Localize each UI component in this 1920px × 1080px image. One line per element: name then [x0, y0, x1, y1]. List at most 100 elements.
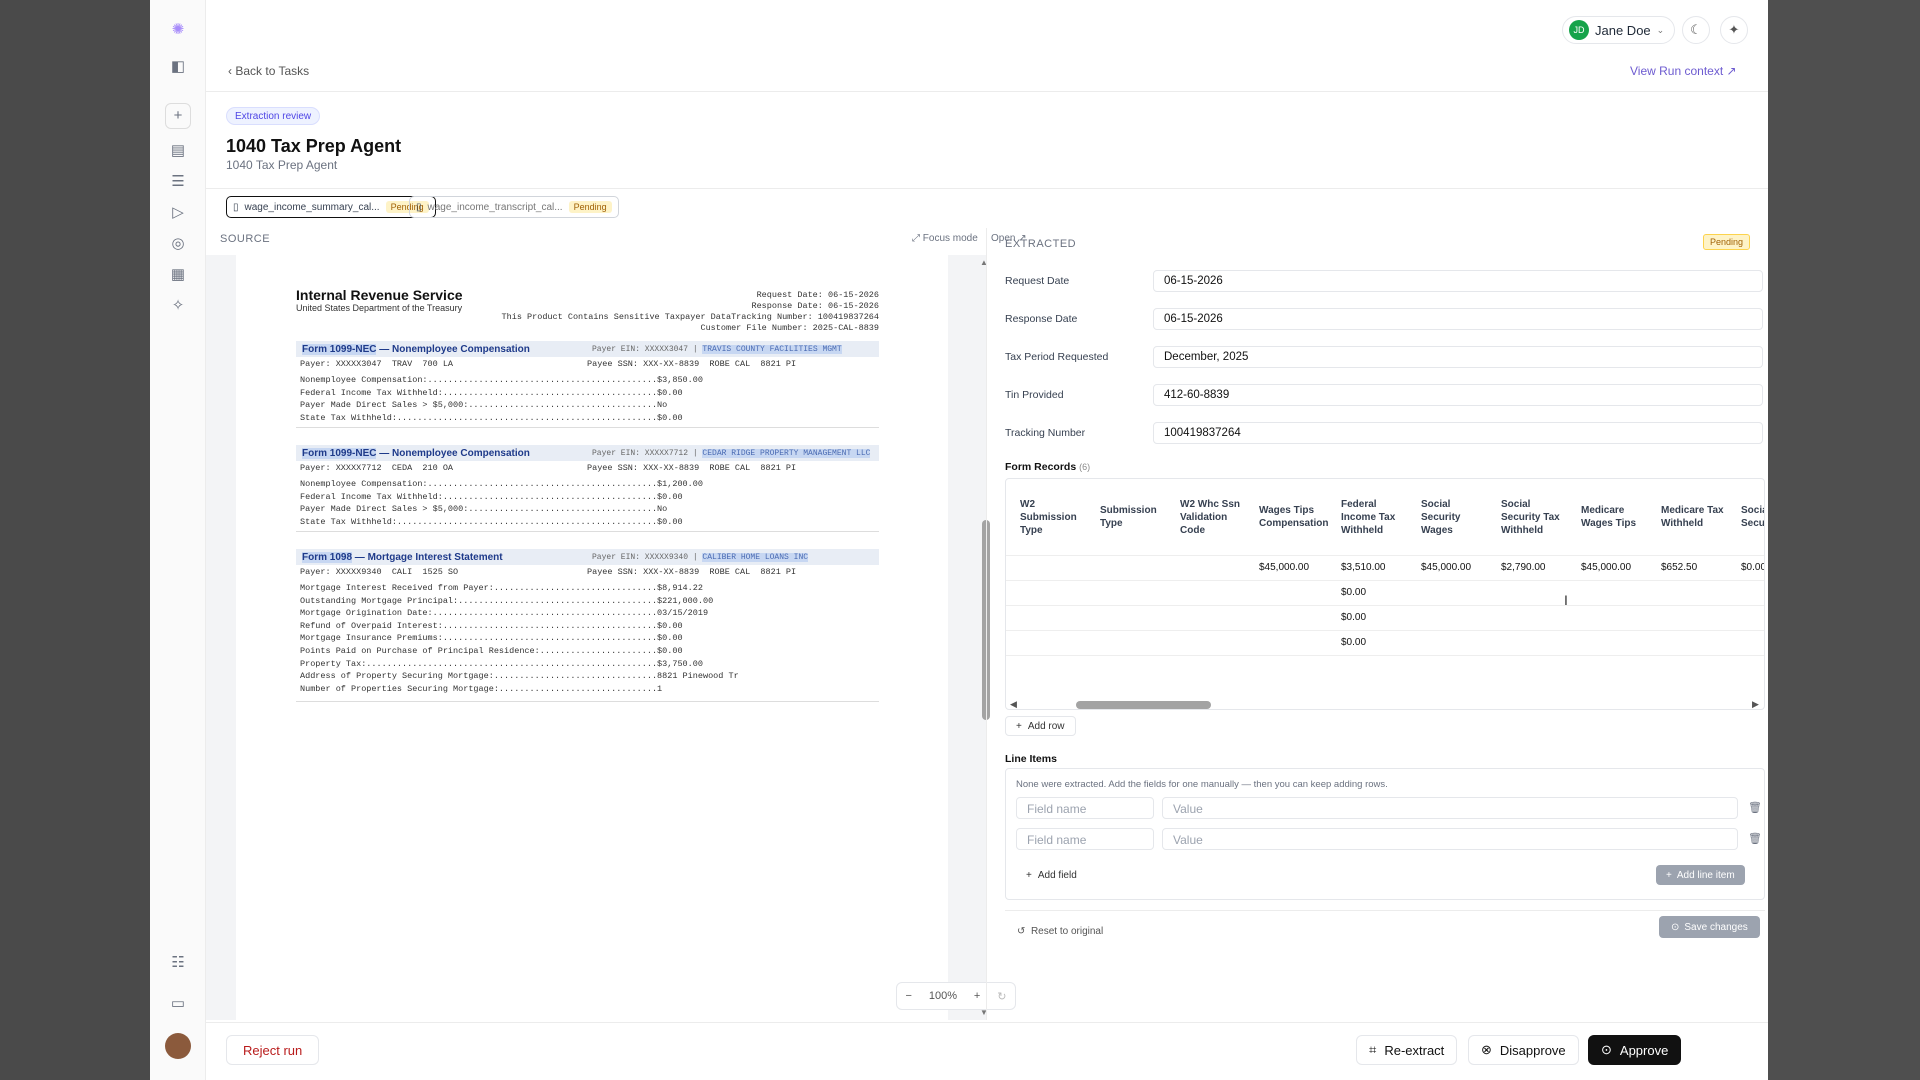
tin-input[interactable]: 412-60-8839	[1153, 384, 1763, 406]
disapprove-button[interactable]: ⊗ Disapprove	[1468, 1035, 1579, 1065]
field-name-input[interactable]: Field name	[1016, 797, 1154, 819]
table-cell[interactable]: $0.00	[1341, 605, 1366, 630]
table-cell[interactable]: $2,790.00	[1501, 555, 1546, 580]
line: Nonemployee Compensation:...............…	[300, 375, 703, 385]
divider	[296, 531, 879, 532]
approve-button[interactable]: ⊙ Approve	[1588, 1035, 1682, 1065]
line: Mortgage Origination Date:..............…	[300, 608, 709, 619]
add-row-button[interactable]: + Add row	[1005, 716, 1076, 736]
reset-to-original-button[interactable]: ↺ Reset to original	[1017, 926, 1103, 937]
sparkle-settings-icon[interactable]: ✦	[1720, 16, 1748, 44]
line: Number of Properties Securing Mortgage:.…	[300, 683, 663, 694]
ssn-line: Payee SSN: XXX-XX-8839 ROBE CAL 8821 PI	[587, 463, 797, 473]
table-cell[interactable]: $45,000.00	[1259, 555, 1309, 580]
field-row-tracking: Tracking Number 100419837264	[1005, 422, 1765, 444]
view-run-context-link[interactable]: View Run context ↗	[1630, 64, 1737, 78]
table-cell[interactable]: $0.00	[1341, 630, 1366, 655]
file-tab-summary[interactable]: ▯ wage_income_summary_cal... Pending	[226, 196, 436, 218]
user-menu[interactable]: JD Jane Doe ⌄	[1562, 16, 1676, 44]
user-initials: JD	[1569, 20, 1589, 40]
moon-icon[interactable]: ☾	[1682, 16, 1710, 44]
column-header[interactable]: W2 Whc Ssn Validation Code	[1180, 479, 1245, 555]
source-label: SOURCE	[220, 233, 271, 245]
checklist-icon[interactable]: ☷	[168, 953, 188, 973]
value-input[interactable]: Value	[1162, 828, 1738, 850]
field-label: Tax Period Requested	[1005, 351, 1109, 363]
book-icon[interactable]: ▤	[168, 141, 188, 161]
trash-icon[interactable]: 🗑	[1748, 801, 1762, 814]
plus-icon: +	[1026, 869, 1032, 881]
value-input[interactable]: Value	[1162, 797, 1738, 819]
zoom-in-icon[interactable]: +	[974, 990, 980, 1002]
column-header[interactable]: Social Security Wages	[1421, 479, 1476, 555]
scrollbar-thumb[interactable]	[1076, 701, 1211, 709]
table-cell[interactable]: $652.50	[1661, 555, 1697, 580]
divider	[206, 188, 1768, 189]
sparkle-icon[interactable]: ✧	[168, 296, 188, 316]
sidebar-toggle-icon[interactable]: ◧	[168, 57, 188, 77]
feedback-icon[interactable]: ▭	[168, 994, 188, 1014]
table-cell[interactable]: $45,000.00	[1421, 555, 1471, 580]
logo-icon: ✺	[171, 21, 185, 38]
column-header[interactable]: Federal Income Tax Withheld	[1341, 479, 1401, 555]
tax-period-input[interactable]: December, 2025	[1153, 346, 1763, 368]
meta-line: Response Date: 06-15-2026	[751, 301, 879, 311]
column-header[interactable]: Submission Type	[1100, 479, 1160, 555]
divider	[1006, 655, 1764, 656]
file-tab-transcript[interactable]: ▯ wage_income_transcript_cal... Pending	[409, 196, 619, 218]
form-header: Form 1099-NEC — Nonemployee Compensation…	[296, 445, 879, 461]
column-header[interactable]: Medicare Wages Tips	[1581, 479, 1641, 555]
line: Points Paid on Purchase of Principal Res…	[300, 645, 683, 656]
request-date-input[interactable]: 06-15-2026	[1153, 270, 1763, 292]
divider	[1006, 605, 1764, 606]
reset-icon: ↺	[1017, 926, 1029, 937]
form-name: Form 1099-NEC	[302, 447, 377, 459]
table-cell[interactable]: $45,000.00	[1581, 555, 1631, 580]
text-cursor-icon: I	[1564, 592, 1568, 608]
divider	[206, 91, 1768, 92]
column-header[interactable]: Socia Secur	[1741, 479, 1764, 555]
field-name-input[interactable]: Field name	[1016, 828, 1154, 850]
scan-icon: ⌗	[1369, 1042, 1377, 1057]
form-lines-0: Nonemployee Compensation:...............…	[300, 374, 703, 424]
column-header[interactable]: Medicare Tax Withheld	[1661, 479, 1731, 555]
response-date-input[interactable]: 06-15-2026	[1153, 308, 1763, 330]
divider	[1005, 910, 1765, 911]
column-header[interactable]: Wages Tips Compensation	[1259, 479, 1331, 555]
reject-run-button[interactable]: Reject run	[226, 1035, 320, 1065]
table-scrollbar[interactable]: ◀ ▶	[1006, 699, 1764, 709]
table-cell[interactable]: $3,510.00	[1341, 555, 1386, 580]
trash-icon[interactable]: 🗑	[1748, 832, 1762, 845]
tasks-icon[interactable]: ☰	[168, 172, 188, 192]
play-icon[interactable]: ▷	[168, 203, 188, 223]
user-avatar[interactable]	[165, 1033, 191, 1059]
payer-ein: Payer EIN: XXXXX9340 | CALIBER HOME LOAN…	[592, 552, 809, 562]
new-icon[interactable]: +	[165, 103, 191, 129]
column-header[interactable]: W2 Submission Type	[1020, 479, 1080, 555]
zoom-out-icon[interactable]: −	[905, 990, 911, 1002]
table-icon[interactable]: ▦	[168, 265, 188, 285]
save-changes-button[interactable]: ⊙ Save changes	[1659, 916, 1760, 938]
payer-line: Payer: XXXXX9340 CALI 1525 SO	[300, 567, 459, 577]
re-extract-button[interactable]: ⌗ Re-extract	[1356, 1035, 1458, 1065]
divider	[296, 427, 879, 428]
tracking-number-input[interactable]: 100419837264	[1153, 422, 1763, 444]
scroll-left-icon[interactable]: ◀	[1010, 699, 1017, 709]
x-circle-icon: ⊗	[1481, 1042, 1492, 1057]
focus-mode-button[interactable]: ⤢ Focus mode	[912, 233, 978, 244]
page-title: 1040 Tax Prep Agent	[226, 136, 402, 156]
database-icon[interactable]: ◎	[168, 234, 188, 254]
table-cell[interactable]: $0.00	[1741, 555, 1764, 580]
re-extract-label: Re-extract	[1384, 1042, 1445, 1058]
add-line-item-button[interactable]: + Add line item	[1656, 865, 1745, 885]
table-cell[interactable]: $0.00	[1341, 580, 1366, 605]
column-header[interactable]: Social Security Tax Withheld	[1501, 479, 1563, 555]
line: Federal Income Tax Withheld:............…	[300, 491, 683, 502]
meta-line: This Product Contains Sensitive Taxpayer…	[501, 312, 879, 322]
scroll-right-icon[interactable]: ▶	[1752, 699, 1759, 709]
disapprove-label: Disapprove	[1499, 1042, 1566, 1058]
add-field-button[interactable]: + Add field	[1016, 865, 1087, 885]
back-to-tasks-link[interactable]: ‹ Back to Tasks	[228, 64, 309, 78]
form-records-label: Form Records	[1005, 461, 1077, 473]
line: State Tax Withheld:.....................…	[300, 516, 683, 527]
